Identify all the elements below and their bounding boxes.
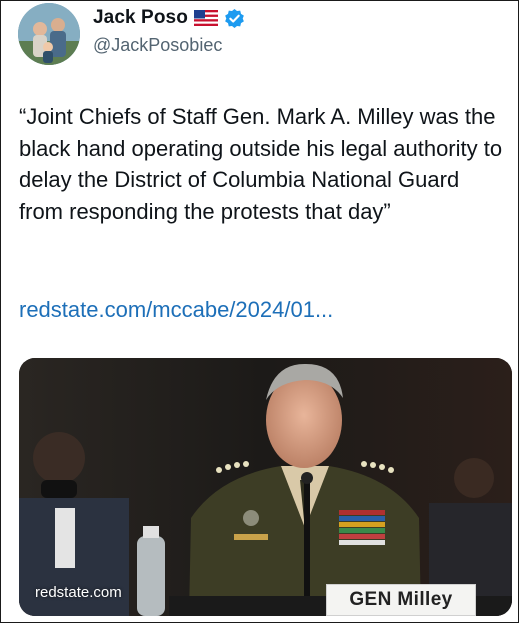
us-flag-icon (193, 10, 218, 26)
media-source-label: redstate.com (35, 584, 122, 601)
media-image[interactable]: redstate.com GEN Milley (19, 358, 512, 616)
tweet-text: “Joint Chiefs of Staff Gen. Mark A. Mill… (19, 104, 503, 224)
media-photo (19, 358, 512, 616)
article-link[interactable]: redstate.com/mccabe/2024/01... (19, 297, 333, 323)
author-name[interactable]: Jack Poso (93, 7, 188, 29)
verified-badge-icon (225, 8, 244, 28)
nameplate: GEN Milley (326, 584, 476, 616)
tweet-card: Jack Poso @JackPosobiec “Joint Chiefs of… (0, 0, 519, 623)
avatar[interactable] (18, 3, 80, 65)
author-name-row[interactable]: Jack Poso (93, 7, 245, 29)
author-handle[interactable]: @JackPosobiec (93, 35, 222, 56)
avatar-photo (18, 3, 80, 65)
